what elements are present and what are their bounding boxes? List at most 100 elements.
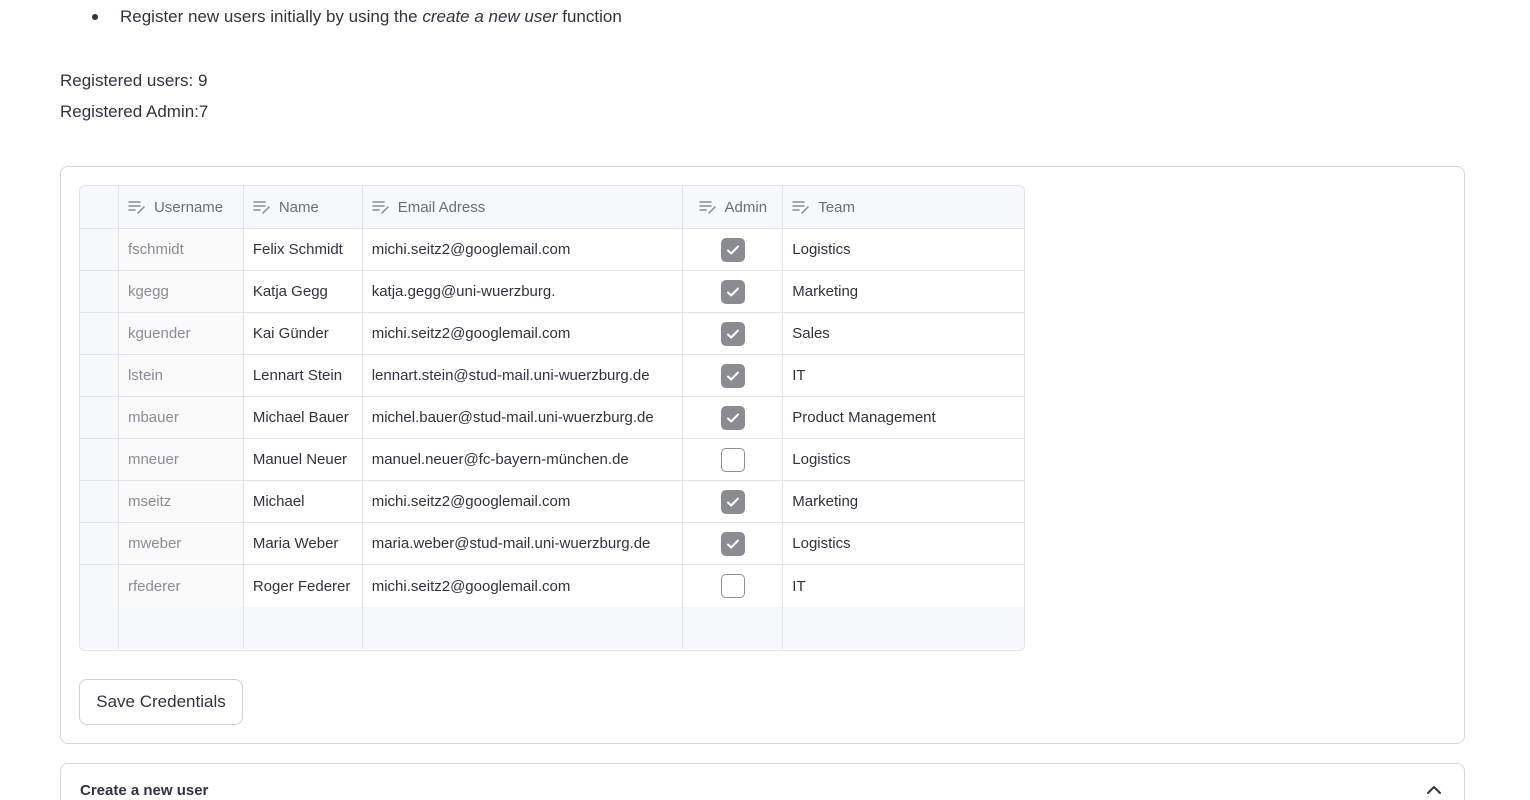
team-cell[interactable]: Logistics [783,523,1024,564]
new-team-cell[interactable] [783,607,1024,649]
username-cell: mweber [118,523,244,564]
email-cell[interactable]: michel.bauer@stud-mail.uni-wuerzburg.de [363,397,684,438]
username-cell: lstein [118,355,244,396]
admin-checkbox[interactable] [720,405,745,430]
table-row[interactable]: kguender Kai Günder michi.seitz2@googlemai… [80,313,1024,355]
table-row[interactable]: mneuer Manuel Neuer manuel.neuer@fc-bayern… [80,439,1024,481]
bullet-dot [92,14,98,20]
table-row[interactable]: mseitz Michael michi.seitz2@googlemail.com… [80,481,1024,523]
instruction-text: Register new users initially by using th… [120,5,622,29]
admin-checkbox[interactable] [720,237,745,262]
column-header-email[interactable]: Email Adress [363,186,684,228]
name-cell[interactable]: Katja Gegg [244,271,363,312]
name-cell[interactable]: Felix Schmidt [244,229,363,270]
table-row[interactable]: mweber Maria Weber maria.weber@stud-mail.u… [80,523,1024,565]
column-label: Team [818,198,855,216]
new-username-cell[interactable] [119,607,244,649]
column-label: Admin [724,198,768,216]
save-credentials-button[interactable]: Save Credentials [79,679,243,725]
row-index-cell [80,397,119,438]
row-index-cell [80,313,119,354]
name-cell[interactable]: Michael Bauer [244,397,363,438]
name-cell[interactable]: Roger Federer [244,565,363,607]
table-row[interactable]: fschmidt Felix Schmidt michi.seitz2@google… [80,229,1024,271]
checkmark-icon [726,539,739,548]
username-cell: mneuer [118,439,244,480]
create-user-expander[interactable]: Create a new user [60,763,1465,800]
row-index-cell [80,439,119,480]
checkmark-icon [726,329,739,338]
name-cell[interactable]: Kai Günder [244,313,363,354]
team-cell[interactable]: Logistics [783,439,1024,480]
team-cell[interactable]: IT [783,355,1024,396]
admin-checkbox[interactable] [720,447,745,472]
admin-cell[interactable] [683,271,784,312]
checkmark-icon [726,245,739,254]
grid-new-row[interactable] [80,607,1024,649]
team-cell[interactable]: Marketing [783,481,1024,522]
column-header-name[interactable]: Name [244,186,363,228]
name-cell[interactable]: Manuel Neuer [244,439,363,480]
grid-body: fschmidt Felix Schmidt michi.seitz2@google… [80,229,1024,607]
admin-cell[interactable] [683,439,784,480]
admin-cell[interactable] [683,397,784,438]
admin-checkbox[interactable] [720,574,745,598]
email-cell[interactable]: maria.weber@stud-mail.uni-wuerzburg.de [363,523,684,564]
admin-cell[interactable] [683,523,784,564]
grid-header-row: Username Name Email Adress Admin Team [80,186,1024,229]
column-header-team[interactable]: Team [783,186,1024,228]
expander-title: Create a new user [80,782,209,799]
new-admin-cell[interactable] [683,607,784,649]
admin-cell[interactable] [683,481,784,522]
team-cell[interactable]: Marketing [783,271,1024,312]
team-cell[interactable]: Product Management [783,397,1024,438]
admin-checkbox[interactable] [720,363,745,388]
admin-cell[interactable] [683,313,784,354]
email-cell[interactable]: katja.gegg@uni-wuerzburg. [363,271,684,312]
name-cell[interactable]: Michael [244,481,363,522]
username-cell: kgegg [118,271,244,312]
row-index-cell [80,607,119,649]
admin-checkbox[interactable] [720,279,745,304]
username-cell: mbauer [118,397,244,438]
table-row[interactable]: rfederer Roger Federer michi.seitz2@google… [80,565,1024,607]
email-cell[interactable]: michi.seitz2@googlemail.com [363,481,684,522]
admin-checkbox[interactable] [720,531,745,556]
admin-cell[interactable] [683,565,784,607]
table-row[interactable]: lstein Lennart Stein lennart.stein@stud-ma… [80,355,1024,397]
name-cell[interactable]: Lennart Stein [244,355,363,396]
new-name-cell[interactable] [244,607,363,649]
name-cell[interactable]: Maria Weber [244,523,363,564]
table-row[interactable]: kgegg Katja Gegg katja.gegg@uni-wuerzburg.… [80,271,1024,313]
instruction-suffix: function [557,7,622,26]
edit-text-icon [792,201,810,214]
username-cell: kguender [118,313,244,354]
credentials-form: Username Name Email Adress Admin Team fs… [60,166,1465,744]
email-cell[interactable]: michi.seitz2@googlemail.com [363,313,684,354]
row-index-header [80,186,119,228]
admin-checkbox[interactable] [720,489,745,514]
email-cell[interactable]: lennart.stein@stud-mail.uni-wuerzburg.de [363,355,684,396]
checkmark-icon [726,371,739,380]
column-label: Email Adress [397,198,486,216]
edit-text-icon [698,201,716,214]
email-cell[interactable]: manuel.neuer@fc-bayern-münchen.de [363,439,684,480]
row-index-cell [80,229,119,270]
team-cell[interactable]: Logistics [783,229,1024,270]
column-header-admin[interactable]: Admin [683,186,784,228]
username-cell: fschmidt [118,229,244,270]
row-index-cell [80,271,119,312]
table-row[interactable]: mbauer Michael Bauer michel.bauer@stud-mai… [80,397,1024,439]
column-header-username[interactable]: Username [119,186,244,228]
team-cell[interactable]: Sales [783,313,1024,354]
team-cell[interactable]: IT [783,565,1024,607]
email-cell[interactable]: michi.seitz2@googlemail.com [363,565,684,607]
new-email-cell[interactable] [363,607,684,649]
admin-checkbox[interactable] [720,321,745,346]
chevron-up-icon[interactable] [1426,784,1442,796]
users-data-grid: Username Name Email Adress Admin Team fs… [79,185,1025,651]
admin-cell[interactable] [683,229,784,270]
email-cell[interactable]: michi.seitz2@googlemail.com [363,229,684,270]
row-index-cell [80,481,119,522]
admin-cell[interactable] [683,355,784,396]
